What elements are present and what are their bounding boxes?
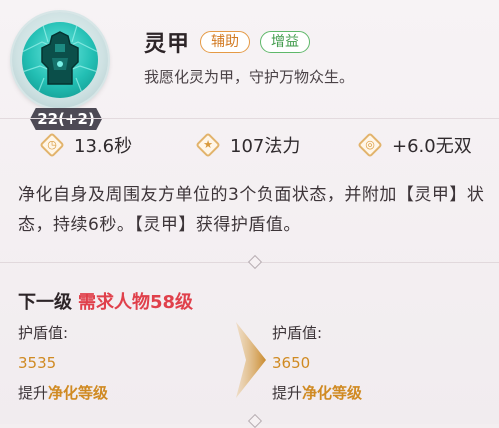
chevron-right-icon — [236, 322, 266, 398]
current-level-column: 护盾值: 3535 提升净化等级 — [18, 322, 218, 404]
divider-diamond-icon — [247, 254, 263, 270]
skill-description: 净化自身及周围友方单位的3个负面状态，并附加【灵甲】状态，持续6秒。【灵甲】获得… — [18, 185, 485, 235]
clock-icon: ◷ — [39, 132, 65, 158]
skill-title-row: 灵甲 辅助 增益 — [144, 26, 311, 58]
stat-mana: ★ 107法力 — [195, 128, 301, 162]
swirl-icon: ◎ — [357, 132, 383, 158]
level-requirement: 需求人物58级 — [78, 292, 194, 313]
skill-name: 灵甲 — [144, 32, 191, 57]
mana-value: 107法力 — [230, 136, 301, 157]
upgrade-line-next: 提升净化等级 — [272, 382, 472, 404]
stat-cooldown: ◷ 13.6秒 — [39, 128, 133, 162]
skill-tooltip-panel: 22(+2) 灵甲 辅助 增益 我愿化灵为甲，守护万物众生。 ◷ 13.6秒 ★… — [0, 0, 499, 428]
divider-diamond-icon — [247, 413, 263, 428]
skill-flavor-text: 我愿化灵为甲，守护万物众生。 — [144, 68, 355, 86]
next-level-header: 下一级 需求人物58级 — [18, 288, 193, 314]
tag-support: 辅助 — [200, 31, 251, 53]
shield-label-next: 护盾值: — [272, 324, 323, 342]
shield-label-current: 护盾值: — [18, 324, 69, 342]
upgrade-prefix: 提升 — [272, 384, 303, 402]
musou-value: +6.0无双 — [392, 136, 472, 157]
skill-stats-row: ◷ 13.6秒 ★ 107法力 ◎ +6.0无双 — [0, 128, 499, 162]
upgrade-item: 净化等级 — [48, 384, 109, 402]
shield-value-next: 3650 — [272, 354, 311, 372]
upgrade-line-current: 提升净化等级 — [18, 382, 218, 404]
tag-buff: 增益 — [260, 31, 311, 53]
skill-icon-frame[interactable]: 22(+2) — [12, 12, 112, 130]
star-icon: ★ — [195, 132, 221, 158]
divider — [0, 118, 499, 119]
spirit-armor-icon — [22, 22, 98, 98]
next-level-label: 下一级 — [18, 292, 72, 313]
upgrade-item: 净化等级 — [302, 384, 363, 402]
cooldown-value: 13.6秒 — [74, 136, 133, 157]
shield-value-current: 3535 — [18, 354, 57, 372]
upgrade-prefix: 提升 — [18, 384, 49, 402]
next-level-column: 护盾值: 3650 提升净化等级 — [272, 322, 472, 404]
stat-musou: ◎ +6.0无双 — [357, 128, 472, 162]
skill-level-badge: 22(+2) — [30, 108, 102, 130]
